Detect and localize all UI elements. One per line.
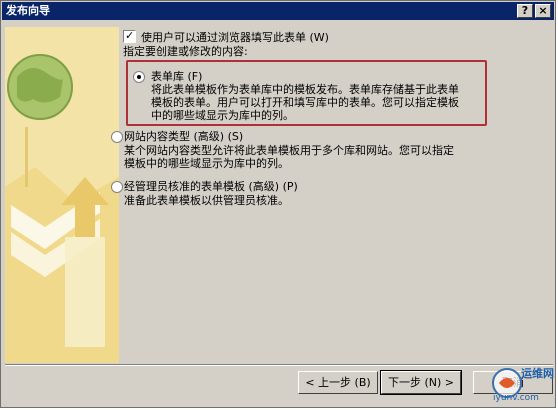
close-button[interactable]: × (535, 4, 551, 18)
watermark-logo: 运维网 iyunv.com (487, 361, 555, 407)
wizard-side-graphic (5, 27, 119, 363)
option-admin-approved-label[interactable]: 经管理员核准的表单模板 (高级) (P) (124, 178, 298, 194)
watermark-brand: 运维网 (521, 367, 554, 380)
option-admin-approved-description: 准备此表单模板以供管理员核准。 (124, 194, 289, 207)
window-title: 发布向导 (6, 4, 50, 17)
next-button[interactable]: 下一步 (N) > (380, 370, 462, 395)
option-form-library-label[interactable]: 表单库 (F) (151, 68, 202, 84)
watermark-site: iyunv.com (493, 393, 539, 403)
prompt-label: 指定要创建或修改的内容: (123, 45, 248, 58)
option-form-library-radio[interactable] (133, 71, 145, 83)
option-content-type-description: 某个网站内容类型允许将此表单模板用于多个库和网站。您可以指定模板中的哪些域显示为… (124, 144, 454, 170)
option-content-type-label[interactable]: 网站内容类型 (高级) (S) (124, 128, 243, 144)
allow-browser-checkbox[interactable]: ✓ (123, 29, 136, 43)
help-button[interactable]: ? (517, 4, 533, 18)
option-admin-approved-radio[interactable] (111, 181, 123, 193)
back-button[interactable]: < 上一步 (B) (298, 371, 378, 394)
option-form-library-description: 将此表单模板作为表单库中的模板发布。表单库存储基于此表单模板的表单。用户可以打开… (151, 83, 459, 122)
option-content-type-radio[interactable] (111, 131, 123, 143)
button-separator (5, 364, 553, 366)
wizard-dialog: 发布向导 ? × ✓ 使用户可以通过浏览器填写此表单 (W) 指定要创建或修改的… (0, 0, 556, 408)
title-bar[interactable]: 发布向导 ? × (2, 2, 554, 20)
